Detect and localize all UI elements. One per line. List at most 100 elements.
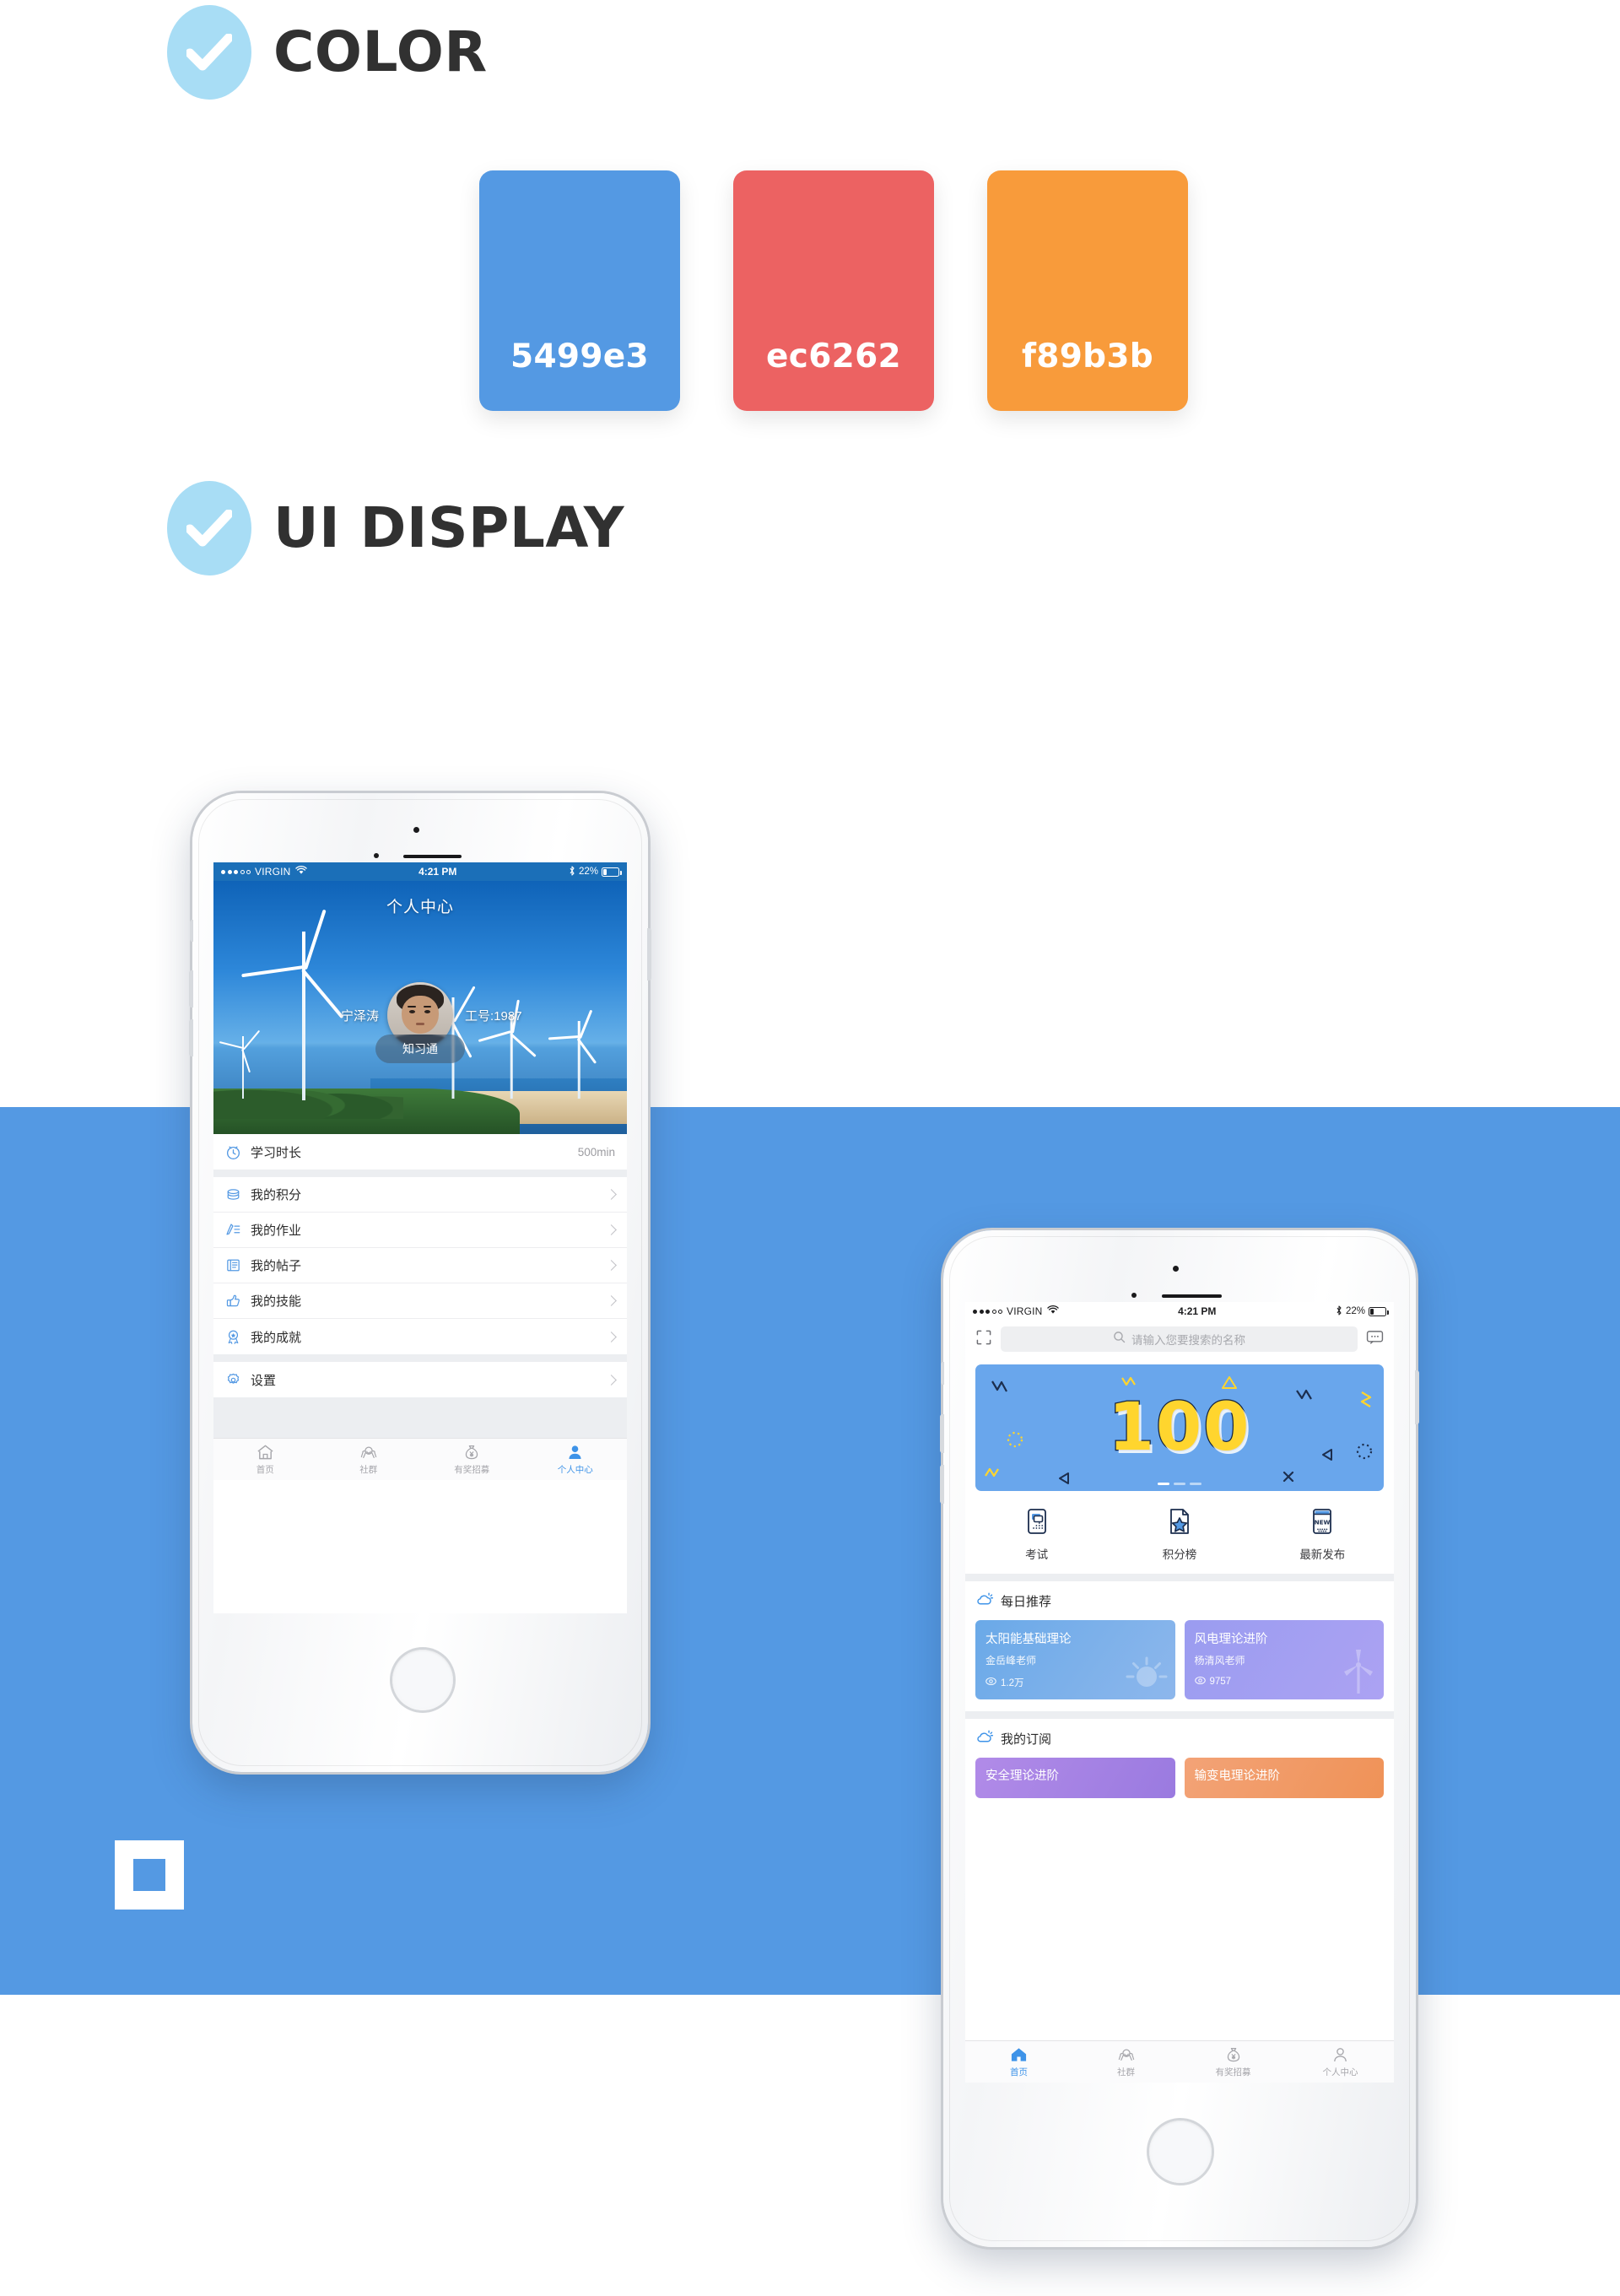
power-button[interactable]: [1415, 1370, 1419, 1424]
row-label: 我的帖子: [251, 1259, 302, 1273]
course-card[interactable]: 风电理论进阶 杨清风老师 9757: [1184, 1620, 1384, 1699]
new-icon: NEW: [1310, 1508, 1334, 1539]
subscription-card[interactable]: 安全理论进阶: [975, 1758, 1175, 1798]
mute-switch[interactable]: [190, 920, 193, 942]
row-study-duration[interactable]: 学习时长 500min: [213, 1134, 627, 1170]
turbine-icon: [1338, 1648, 1379, 1699]
sidebar-item-points[interactable]: 我的积分: [213, 1177, 627, 1213]
battery-percent-label: 22%: [578, 867, 598, 877]
pagination-dot[interactable]: [1158, 1482, 1169, 1485]
cloud-sun-icon: [975, 1729, 994, 1748]
avatar-mouth: [415, 1023, 425, 1025]
my-subscriptions-section: 我的订阅 安全理论进阶 输变电理论进阶: [965, 1719, 1394, 1810]
quick-action-latest[interactable]: NEW 最新发布: [1251, 1508, 1394, 1562]
triangle-decoration: [1222, 1376, 1237, 1389]
home-button[interactable]: [1149, 2120, 1212, 2183]
subscription-card-row: 安全理论进阶 输变电理论进阶: [975, 1758, 1384, 1798]
subscription-title: 输变电理论进阶: [1194, 1769, 1281, 1783]
row-label: 我的积分: [251, 1188, 302, 1202]
tab-community[interactable]: 社群: [317, 1439, 421, 1480]
tab-label: 首页: [1010, 2066, 1028, 2077]
battery-icon: [1369, 1306, 1389, 1316]
search-input[interactable]: 请输入您要搜索的名称: [1001, 1326, 1358, 1352]
row-label: 我的成就: [251, 1330, 302, 1345]
views-count: 9757: [1209, 1677, 1232, 1687]
search-bar: 请输入您要搜索的名称: [965, 1321, 1394, 1358]
pagination-dot[interactable]: [1190, 1482, 1202, 1485]
message-icon[interactable]: [1366, 1329, 1384, 1349]
cloud-sun-icon: [975, 1591, 994, 1611]
quick-actions: 考试 积分榜 NEW 最新发布: [965, 1499, 1394, 1574]
sidebar-item-homework[interactable]: 我的作业: [213, 1213, 627, 1248]
tab-community[interactable]: 社群: [1072, 2041, 1180, 2083]
sidebar-item-achievements[interactable]: 我的成就: [213, 1319, 627, 1354]
section-title: 每日推荐: [1001, 1595, 1052, 1609]
presentation-page: COLOR 5499e3 ec6262 f89b3b UI DISPLAY VI…: [0, 0, 1620, 2296]
swatch-blue: 5499e3: [479, 170, 680, 411]
clock-icon: [225, 1144, 251, 1160]
battery-icon: [602, 867, 622, 877]
volume-down-button[interactable]: [189, 1019, 193, 1056]
swatch-label: ec6262: [766, 338, 901, 375]
employee-id: 工号:1987: [465, 1008, 522, 1024]
chevron-right-icon: [606, 1295, 617, 1306]
chevron-right-icon: [606, 1260, 617, 1271]
section-header: 每日推荐: [975, 1591, 1384, 1611]
study-duration-value: 500min: [577, 1145, 615, 1159]
tab-rewards[interactable]: 有奖招募: [1180, 2041, 1287, 2083]
section-heading-ui-display: UI DISPLAY: [167, 481, 624, 575]
triangle-decoration: [1322, 1449, 1332, 1461]
section-title: COLOR: [273, 19, 488, 84]
volume-down-button[interactable]: [940, 1465, 944, 1504]
wifi-icon: [1046, 1305, 1059, 1317]
tab-home[interactable]: 首页: [213, 1439, 317, 1480]
signal-strength-icon: [221, 869, 251, 874]
status-right: 22%: [1336, 1305, 1389, 1318]
chevron-right-icon: [606, 1331, 617, 1342]
banner-number: 100: [1107, 1390, 1251, 1466]
list-separator: [965, 1711, 1394, 1719]
banner-slide[interactable]: 100: [975, 1364, 1384, 1491]
tab-rewards[interactable]: 有奖招募: [420, 1439, 524, 1480]
bluetooth-icon: [1336, 1305, 1342, 1318]
tab-home[interactable]: 首页: [965, 2041, 1072, 2083]
volume-up-button[interactable]: [189, 970, 193, 1008]
subscription-title: 安全理论进阶: [986, 1769, 1059, 1783]
volume-up-button[interactable]: [940, 1414, 944, 1453]
exam-icon: [1024, 1508, 1050, 1539]
list-separator: [213, 1170, 627, 1177]
sidebar-item-posts[interactable]: 我的帖子: [213, 1248, 627, 1283]
carousel-pagination[interactable]: [975, 1482, 1384, 1485]
quick-action-ranking[interactable]: 积分榜: [1108, 1508, 1250, 1562]
coins-icon: [225, 1186, 251, 1202]
sidebar-item-settings[interactable]: 设置: [213, 1362, 627, 1397]
course-title: 风电理论进阶: [1194, 1633, 1268, 1646]
chevron-right-icon: [606, 1374, 617, 1386]
bluetooth-icon: [569, 865, 575, 878]
section-heading-color: COLOR: [167, 5, 488, 100]
group-icon: [1117, 2046, 1136, 2063]
pagination-dot[interactable]: [1174, 1482, 1185, 1485]
quick-action-exam[interactable]: 考试: [965, 1508, 1108, 1562]
power-button[interactable]: [647, 928, 651, 981]
signal-strength-icon: [973, 1309, 1002, 1314]
sidebar-item-skills[interactable]: 我的技能: [213, 1283, 627, 1319]
daily-recommendation-section: 每日推荐 太阳能基础理论 金岳峰老师 1.2万 风电理论进阶 杨清风老师 975…: [965, 1581, 1394, 1711]
mute-switch[interactable]: [941, 1362, 944, 1385]
course-card[interactable]: 太阳能基础理论 金岳峰老师 1.2万: [975, 1620, 1175, 1699]
home-button[interactable]: [392, 1650, 453, 1710]
tab-profile[interactable]: 个人中心: [1287, 2041, 1394, 2083]
row-label: 学习时长: [251, 1145, 302, 1160]
moneybag-icon: [463, 1444, 480, 1461]
tab-profile[interactable]: 个人中心: [524, 1439, 628, 1480]
swatch-red: ec6262: [733, 170, 934, 411]
app-badge-button[interactable]: 知习通: [375, 1035, 465, 1063]
tab-label: 首页: [256, 1464, 274, 1475]
tab-label: 个人中心: [557, 1464, 593, 1475]
tab-bar: 首页 社群 有奖招募 个人中心: [965, 2040, 1394, 2083]
banner-carousel[interactable]: 100: [965, 1358, 1394, 1499]
tab-label: 社群: [1117, 2066, 1135, 2077]
subscription-card[interactable]: 输变电理论进阶: [1184, 1758, 1384, 1798]
medal-icon: [225, 1329, 251, 1345]
scan-icon[interactable]: [975, 1329, 992, 1350]
